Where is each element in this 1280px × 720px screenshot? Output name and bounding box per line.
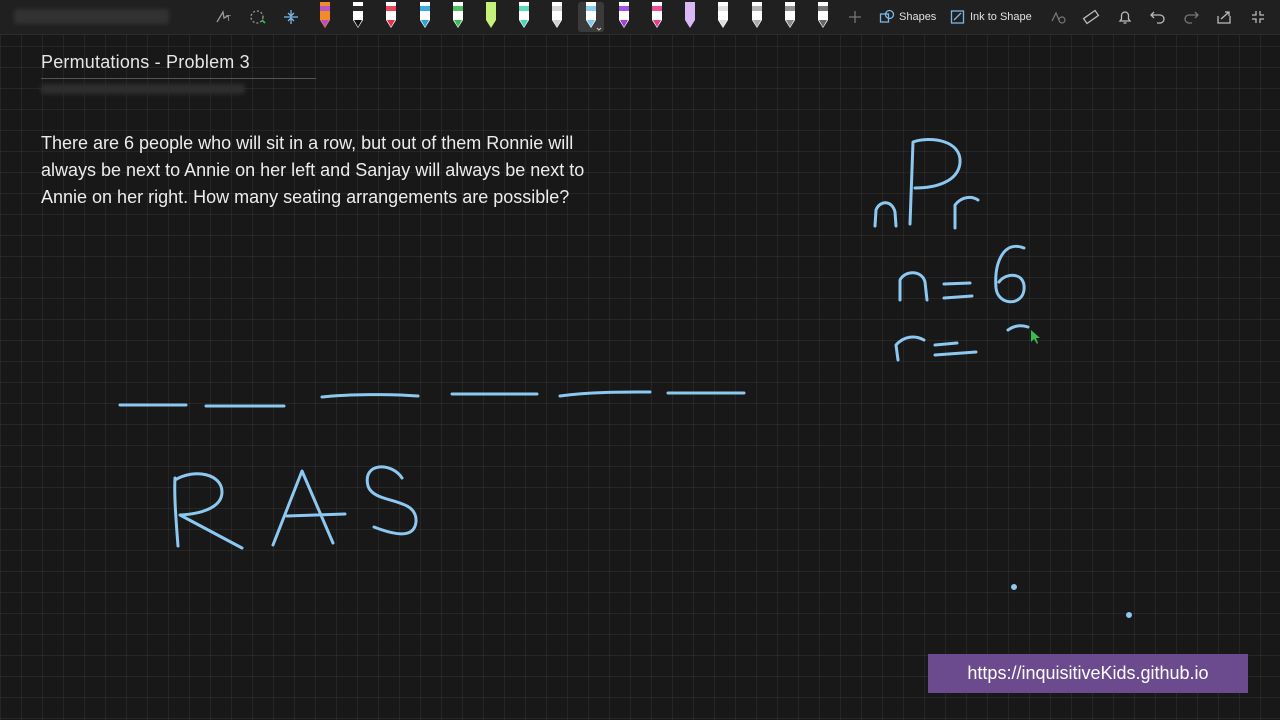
ink-eq-2a (933, 341, 959, 347)
ink-r (894, 335, 926, 362)
website-url: https://inquisitiveKids.github.io (967, 663, 1209, 683)
blank-slot-5 (558, 390, 652, 398)
ink-formula-p (908, 138, 962, 226)
blank-slot-3 (320, 393, 420, 399)
ink-partial-stroke (1006, 324, 1030, 332)
cursor-icon (1031, 330, 1040, 344)
ink-canvas[interactable] (0, 0, 1280, 720)
ink-letter-s (365, 465, 418, 536)
ink-dot-1 (1011, 584, 1017, 590)
ink-letter-r (173, 472, 244, 550)
ink-eq-1a (942, 281, 972, 286)
ink-dot-2 (1126, 612, 1132, 618)
ink-n (898, 271, 929, 302)
ink-six (994, 244, 1026, 304)
ink-eq-1b (942, 294, 974, 300)
ink-eq-2b (933, 350, 978, 357)
ink-letter-a (271, 469, 347, 547)
website-url-badge: https://inquisitiveKids.github.io (928, 654, 1248, 693)
ink-formula-r (953, 195, 980, 230)
ink-formula-n (873, 201, 898, 228)
